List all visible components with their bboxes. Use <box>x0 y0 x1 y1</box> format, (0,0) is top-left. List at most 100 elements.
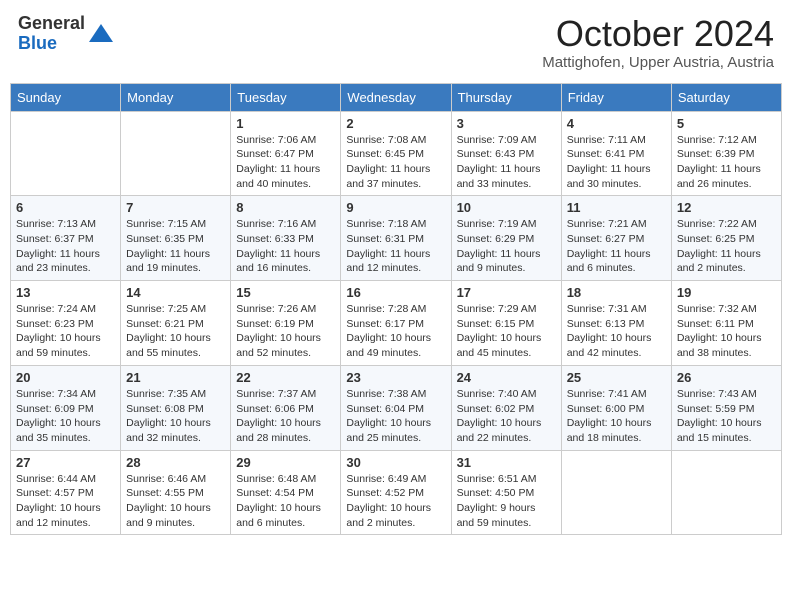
calendar-cell: 28 Sunrise: 6:46 AM Sunset: 4:55 PM Dayli… <box>121 450 231 535</box>
day-info: Sunrise: 6:48 AM Sunset: 4:54 PM Dayligh… <box>236 472 335 531</box>
calendar-cell: 3 Sunrise: 7:09 AM Sunset: 6:43 PM Daylig… <box>451 111 561 196</box>
day-info: Sunrise: 7:11 AM Sunset: 6:41 PM Dayligh… <box>567 133 666 192</box>
logo-icon <box>87 20 115 48</box>
calendar-cell: 10Sunrise: 7:19 AM Sunset: 6:29 PM Dayli… <box>451 196 561 281</box>
day-info: Sunrise: 7:35 AM Sunset: 6:08 PM Dayligh… <box>126 387 225 446</box>
calendar-cell: 22 Sunrise: 7:37 AM Sunset: 6:06 PM Dayli… <box>231 365 341 450</box>
calendar-cell: 26 Sunrise: 7:43 AM Sunset: 5:59 PM Dayli… <box>671 365 781 450</box>
calendar-week-row: 27 Sunrise: 6:44 AM Sunset: 4:57 PM Dayli… <box>11 450 782 535</box>
calendar-header-row: SundayMondayTuesdayWednesdayThursdayFrid… <box>11 83 782 111</box>
calendar-cell <box>121 111 231 196</box>
day-of-week-header: Tuesday <box>231 83 341 111</box>
day-info: Sunrise: 7:38 AM Sunset: 6:04 PM Dayligh… <box>346 387 445 446</box>
day-info: Sunrise: 7:31 AM Sunset: 6:13 PM Dayligh… <box>567 302 666 361</box>
day-info: Sunrise: 7:12 AM Sunset: 6:39 PM Dayligh… <box>677 133 776 192</box>
day-number: 28 <box>126 455 225 470</box>
day-number: 16 <box>346 285 445 300</box>
day-number: 24 <box>457 370 556 385</box>
calendar-cell: 5 Sunrise: 7:12 AM Sunset: 6:39 PM Daylig… <box>671 111 781 196</box>
day-number: 27 <box>16 455 115 470</box>
day-info: Sunrise: 7:13 AM Sunset: 6:37 PM Dayligh… <box>16 217 115 276</box>
day-info: Sunrise: 7:09 AM Sunset: 6:43 PM Dayligh… <box>457 133 556 192</box>
day-number: 9 <box>346 200 445 215</box>
day-of-week-header: Sunday <box>11 83 121 111</box>
calendar-week-row: 6 Sunrise: 7:13 AM Sunset: 6:37 PM Daylig… <box>11 196 782 281</box>
day-info: Sunrise: 7:21 AM Sunset: 6:27 PM Dayligh… <box>567 217 666 276</box>
day-number: 13 <box>16 285 115 300</box>
day-info: Sunrise: 7:26 AM Sunset: 6:19 PM Dayligh… <box>236 302 335 361</box>
calendar-cell <box>11 111 121 196</box>
page-header: General Blue October 2024 Mattighofen, U… <box>10 10 782 75</box>
day-info: Sunrise: 7:40 AM Sunset: 6:02 PM Dayligh… <box>457 387 556 446</box>
day-info: Sunrise: 7:22 AM Sunset: 6:25 PM Dayligh… <box>677 217 776 276</box>
calendar-cell: 1 Sunrise: 7:06 AM Sunset: 6:47 PM Daylig… <box>231 111 341 196</box>
calendar-cell: 21Sunrise: 7:35 AM Sunset: 6:08 PM Dayli… <box>121 365 231 450</box>
day-number: 5 <box>677 116 776 131</box>
calendar-cell: 12 Sunrise: 7:22 AM Sunset: 6:25 PM Dayli… <box>671 196 781 281</box>
calendar-cell: 19Sunrise: 7:32 AM Sunset: 6:11 PM Dayli… <box>671 281 781 366</box>
day-info: Sunrise: 7:18 AM Sunset: 6:31 PM Dayligh… <box>346 217 445 276</box>
day-of-week-header: Wednesday <box>341 83 451 111</box>
calendar-cell: 23 Sunrise: 7:38 AM Sunset: 6:04 PM Dayli… <box>341 365 451 450</box>
day-number: 20 <box>16 370 115 385</box>
day-of-week-header: Friday <box>561 83 671 111</box>
calendar-cell: 27 Sunrise: 6:44 AM Sunset: 4:57 PM Dayli… <box>11 450 121 535</box>
day-number: 23 <box>346 370 445 385</box>
calendar-week-row: 20 Sunrise: 7:34 AM Sunset: 6:09 PM Dayli… <box>11 365 782 450</box>
day-number: 12 <box>677 200 776 215</box>
day-info: Sunrise: 7:15 AM Sunset: 6:35 PM Dayligh… <box>126 217 225 276</box>
logo-general-text: General <box>18 13 85 33</box>
calendar-cell: 6 Sunrise: 7:13 AM Sunset: 6:37 PM Daylig… <box>11 196 121 281</box>
day-number: 17 <box>457 285 556 300</box>
logo: General Blue <box>18 14 115 54</box>
day-number: 3 <box>457 116 556 131</box>
day-info: Sunrise: 7:41 AM Sunset: 6:00 PM Dayligh… <box>567 387 666 446</box>
calendar-cell: 16Sunrise: 7:28 AM Sunset: 6:17 PM Dayli… <box>341 281 451 366</box>
day-number: 14 <box>126 285 225 300</box>
day-info: Sunrise: 7:29 AM Sunset: 6:15 PM Dayligh… <box>457 302 556 361</box>
day-info: Sunrise: 6:46 AM Sunset: 4:55 PM Dayligh… <box>126 472 225 531</box>
calendar-cell: 4 Sunrise: 7:11 AM Sunset: 6:41 PM Daylig… <box>561 111 671 196</box>
day-number: 1 <box>236 116 335 131</box>
calendar-cell: 13 Sunrise: 7:24 AM Sunset: 6:23 PM Dayli… <box>11 281 121 366</box>
day-number: 30 <box>346 455 445 470</box>
day-info: Sunrise: 7:08 AM Sunset: 6:45 PM Dayligh… <box>346 133 445 192</box>
calendar-cell: 24 Sunrise: 7:40 AM Sunset: 6:02 PM Dayli… <box>451 365 561 450</box>
day-of-week-header: Saturday <box>671 83 781 111</box>
location-subtitle: Mattighofen, Upper Austria, Austria <box>542 54 774 71</box>
day-number: 4 <box>567 116 666 131</box>
month-title: October 2024 <box>542 14 774 54</box>
day-info: Sunrise: 6:51 AM Sunset: 4:50 PM Dayligh… <box>457 472 556 531</box>
logo-blue-text: Blue <box>18 33 57 53</box>
day-number: 7 <box>126 200 225 215</box>
day-info: Sunrise: 6:44 AM Sunset: 4:57 PM Dayligh… <box>16 472 115 531</box>
calendar-week-row: 13 Sunrise: 7:24 AM Sunset: 6:23 PM Dayli… <box>11 281 782 366</box>
day-info: Sunrise: 7:25 AM Sunset: 6:21 PM Dayligh… <box>126 302 225 361</box>
day-number: 6 <box>16 200 115 215</box>
day-number: 26 <box>677 370 776 385</box>
calendar-cell: 30 Sunrise: 6:49 AM Sunset: 4:52 PM Dayli… <box>341 450 451 535</box>
day-number: 22 <box>236 370 335 385</box>
calendar-cell: 7 Sunrise: 7:15 AM Sunset: 6:35 PM Daylig… <box>121 196 231 281</box>
day-info: Sunrise: 7:34 AM Sunset: 6:09 PM Dayligh… <box>16 387 115 446</box>
calendar-cell <box>561 450 671 535</box>
day-info: Sunrise: 6:49 AM Sunset: 4:52 PM Dayligh… <box>346 472 445 531</box>
day-info: Sunrise: 7:24 AM Sunset: 6:23 PM Dayligh… <box>16 302 115 361</box>
calendar-cell: 29Sunrise: 6:48 AM Sunset: 4:54 PM Dayli… <box>231 450 341 535</box>
calendar-cell: 31Sunrise: 6:51 AM Sunset: 4:50 PM Dayli… <box>451 450 561 535</box>
calendar-week-row: 1 Sunrise: 7:06 AM Sunset: 6:47 PM Daylig… <box>11 111 782 196</box>
day-info: Sunrise: 7:43 AM Sunset: 5:59 PM Dayligh… <box>677 387 776 446</box>
day-info: Sunrise: 7:37 AM Sunset: 6:06 PM Dayligh… <box>236 387 335 446</box>
day-of-week-header: Thursday <box>451 83 561 111</box>
day-info: Sunrise: 7:06 AM Sunset: 6:47 PM Dayligh… <box>236 133 335 192</box>
calendar-cell: 11Sunrise: 7:21 AM Sunset: 6:27 PM Dayli… <box>561 196 671 281</box>
day-info: Sunrise: 7:16 AM Sunset: 6:33 PM Dayligh… <box>236 217 335 276</box>
day-number: 19 <box>677 285 776 300</box>
day-number: 2 <box>346 116 445 131</box>
day-number: 10 <box>457 200 556 215</box>
calendar-cell: 8Sunrise: 7:16 AM Sunset: 6:33 PM Daylig… <box>231 196 341 281</box>
calendar-cell: 14 Sunrise: 7:25 AM Sunset: 6:21 PM Dayli… <box>121 281 231 366</box>
day-of-week-header: Monday <box>121 83 231 111</box>
calendar-cell: 18Sunrise: 7:31 AM Sunset: 6:13 PM Dayli… <box>561 281 671 366</box>
calendar-cell: 9 Sunrise: 7:18 AM Sunset: 6:31 PM Daylig… <box>341 196 451 281</box>
